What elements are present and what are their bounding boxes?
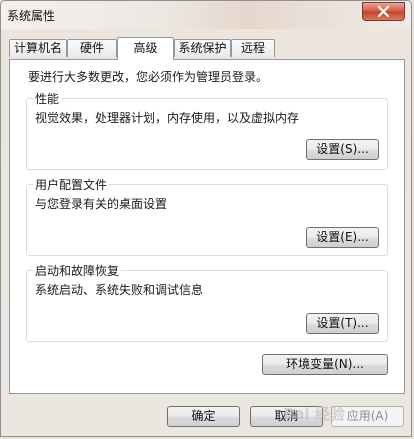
system-properties-window: 系统属性 计算机名 硬件 高级 系统保护 远程 要进行大多数更改，您必须作为管理… [0,0,412,437]
close-button[interactable] [362,2,405,21]
title-bar[interactable]: 系统属性 [1,1,411,29]
ok-button[interactable]: 确定 [167,406,240,427]
tab-strip: 计算机名 硬件 高级 系统保护 远程 [9,37,405,61]
group-desc-startup-recovery: 系统启动、系统失败和调试信息 [35,283,204,297]
group-title-startup-recovery: 启动和故障恢复 [33,262,122,279]
user-profiles-settings-button[interactable]: 设置(E)... [306,227,379,248]
group-performance: 性能 视觉效果，处理器计划，内存使用，以及虚拟内存 设置(S)... [26,90,388,170]
group-startup-recovery: 启动和故障恢复 系统启动、系统失败和调试信息 设置(T)... [26,262,388,342]
tab-system-protection[interactable]: 系统保护 [174,39,231,57]
startup-recovery-settings-button[interactable]: 设置(T)... [306,313,379,334]
tab-page-advanced: 要进行大多数更改，您必须作为管理员登录。 性能 视觉效果，处理器计划，内存使用，… [9,59,405,394]
environment-variables-button[interactable]: 环境变量(N)... [262,354,388,375]
tab-computer-name[interactable]: 计算机名 [9,39,67,57]
window-title: 系统属性 [7,9,56,23]
group-desc-performance: 视觉效果，处理器计划，内存使用，以及虚拟内存 [35,111,300,125]
close-icon [377,6,390,17]
tab-remote[interactable]: 远程 [231,39,275,57]
group-user-profiles: 用户配置文件 与您登录有关的桌面设置 设置(E)... [26,176,388,256]
performance-settings-button[interactable]: 设置(S)... [306,139,379,160]
group-title-performance: 性能 [33,90,62,107]
admin-note: 要进行大多数更改，您必须作为管理员登录。 [28,70,269,84]
tab-advanced[interactable]: 高级 [117,37,174,60]
group-title-user-profiles: 用户配置文件 [33,176,110,193]
cancel-button[interactable]: 取消 [250,406,323,427]
apply-button[interactable]: 应用(A) [331,406,404,427]
group-desc-user-profiles: 与您登录有关的桌面设置 [35,197,168,211]
tab-hardware[interactable]: 硬件 [67,39,117,57]
